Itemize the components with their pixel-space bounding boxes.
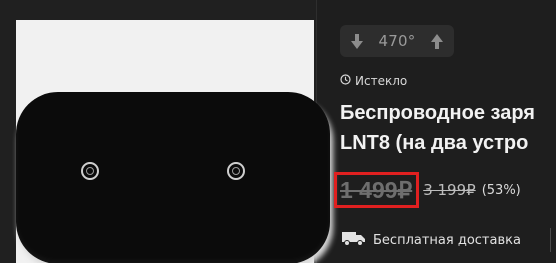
arrow-down-icon[interactable]: [350, 32, 364, 50]
price-row: 1 499₽ 3 199₽ (53%): [334, 172, 521, 208]
price-highlight-box: 1 499₽: [334, 172, 420, 208]
product-image[interactable]: [16, 20, 333, 263]
delivery-divider: [550, 228, 551, 252]
rating-control: 470°: [340, 25, 454, 57]
wireless-charging-pad: [16, 92, 330, 263]
delivery-info: Бесплатная доставка: [342, 230, 521, 250]
old-price: 3 199₽: [423, 181, 476, 199]
charging-coil-left-icon: [81, 162, 99, 180]
deal-info-panel: 470° Истекло Беспроводное заря LNT8 (на …: [324, 0, 556, 263]
clock-icon: [340, 74, 351, 88]
rating-value: 470°: [378, 32, 416, 50]
charging-coil-right-icon: [227, 162, 245, 180]
arrow-up-icon[interactable]: [430, 32, 444, 50]
product-image-panel: [0, 0, 333, 263]
deal-page: 470° Истекло Беспроводное заря LNT8 (на …: [0, 0, 556, 263]
discount-percent: (53%): [481, 182, 521, 198]
product-title[interactable]: Беспроводное заря LNT8 (на два устро: [340, 98, 556, 158]
deal-status-label: Истекло: [355, 74, 408, 88]
deal-status: Истекло: [340, 74, 407, 88]
current-price: 1 499₽: [340, 176, 413, 203]
truck-icon: [342, 230, 366, 250]
delivery-label: Бесплатная доставка: [373, 232, 521, 248]
